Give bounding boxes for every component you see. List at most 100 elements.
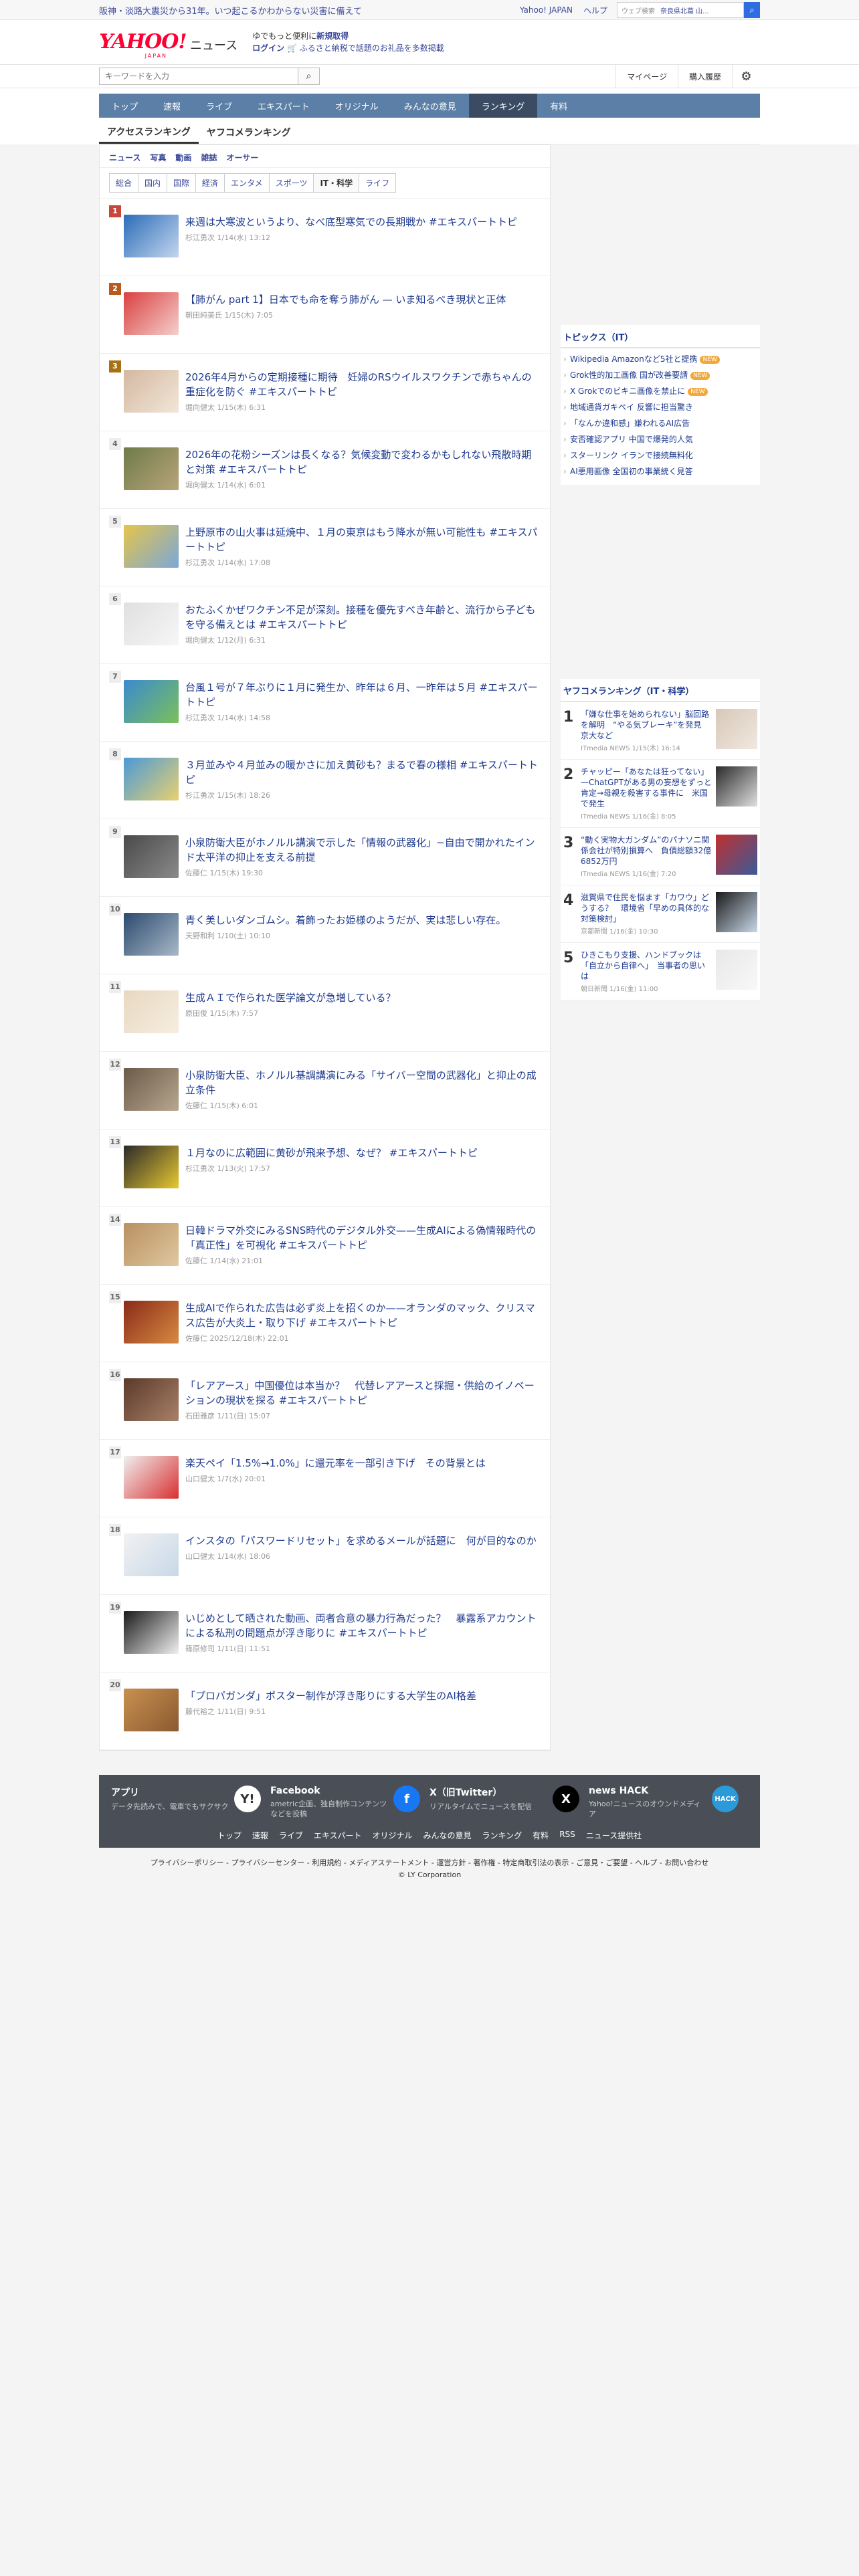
content-type-tab[interactable]: 動画 bbox=[175, 152, 191, 167]
article-author[interactable]: 石田雅彦 bbox=[185, 1412, 215, 1420]
footer-nav-link[interactable]: エキスパート bbox=[314, 1830, 362, 1841]
topic-link[interactable]: X Grokでのビキニ画像を禁止にNEW bbox=[563, 383, 757, 399]
article-title-link[interactable]: 日韓ドラマ外交にみるSNS時代のデジタル外交——生成AIによる偽情報時代の「真正… bbox=[185, 1223, 541, 1253]
article-title-link[interactable]: 楽天ペイ「1.5%→1.0%」に還元率を一部引き下げ その背景とは bbox=[185, 1456, 541, 1471]
footer-nav-link[interactable]: トップ bbox=[217, 1830, 242, 1841]
article-author[interactable]: 山口健太 bbox=[185, 1552, 215, 1561]
tab-comment-ranking[interactable]: ヤフコメランキング bbox=[199, 121, 299, 144]
disaster-notice-link[interactable]: 阪神・淡路大震災から31年。いつ起こるかわからない災害に備えて bbox=[99, 4, 509, 17]
genre-tab[interactable]: ライフ bbox=[359, 173, 397, 193]
keyword-search-input[interactable] bbox=[99, 68, 298, 85]
footer-nav-link[interactable]: ニュース提供社 bbox=[586, 1830, 642, 1841]
ranking-item[interactable]: 2 【肺がん part 1】日本でも命を奪う肺がん — いま知るべき現状と正体 朝田… bbox=[100, 276, 550, 354]
content-type-tab[interactable]: オーサー bbox=[226, 152, 258, 167]
article-thumbnail[interactable] bbox=[124, 1146, 179, 1188]
footer-nav-link[interactable]: オリジナル bbox=[373, 1830, 413, 1841]
article-author[interactable]: 佐藤仁 bbox=[185, 1334, 207, 1343]
footer-card[interactable]: アプリ データ先読みで、電車でもサクサク Y! bbox=[111, 1786, 270, 1819]
nav-item[interactable]: ライブ bbox=[193, 94, 245, 118]
genre-tab[interactable]: IT・科学 bbox=[313, 173, 359, 193]
ranking-item[interactable]: 10 青く美しいダンゴムシ。着飾ったお姫様のようだが、実は悲しい存在。 天野和利 1… bbox=[100, 897, 550, 974]
comment-rank-title-link[interactable]: 「嫌な仕事を始められない」脳回路を解明 “やる気ブレーキ”を発見 京大など bbox=[581, 709, 712, 741]
ranking-item[interactable]: 4 2026年の花粉シーズンは長くなる？気候変動で変わるかもしれない飛散時期と対策… bbox=[100, 431, 550, 509]
comment-rank-thumbnail[interactable] bbox=[716, 709, 757, 749]
article-title-link[interactable]: ３月並みや４月並みの暖かさに加え黄砂も？まるで春の様相 #エキスパートトピ bbox=[185, 758, 541, 787]
topic-link[interactable]: AI悪用画像 全国初の事業統く見答 bbox=[563, 463, 757, 479]
signup-link[interactable]: 新規取得 bbox=[316, 31, 349, 41]
footer-nav-link[interactable]: ライブ bbox=[279, 1830, 303, 1841]
comment-rank-title-link[interactable]: 滋賀県で住民を悩ます「カワウ」どうする？ 環境省「早めの具体的な対策検討」 bbox=[581, 892, 712, 924]
article-thumbnail[interactable] bbox=[124, 447, 179, 490]
comment-ranking-item[interactable]: 2 チャッピー「あなたは狂ってない」—ChatGPTがある男の妄想をずっと肯定→母… bbox=[561, 760, 760, 828]
ranking-item[interactable]: 15 生成AIで作られた広告は必ず炎上を招くのか——オランダのマック、クリスマス広… bbox=[100, 1285, 550, 1362]
article-author[interactable]: 堀向健太 bbox=[185, 403, 215, 412]
article-title-link[interactable]: 小泉防衛大臣、ホノルル基調講演にみる「サイバー空間の武器化」と抑止の成立条件 bbox=[185, 1068, 541, 1097]
article-author[interactable]: 堀向健太 bbox=[185, 636, 215, 645]
article-title-link[interactable]: 生成AIで作られた広告は必ず炎上を招くのか——オランダのマック、クリスマス広告が… bbox=[185, 1301, 541, 1330]
article-author[interactable]: 篠原修司 bbox=[185, 1644, 215, 1653]
article-thumbnail[interactable] bbox=[124, 1378, 179, 1421]
topic-link[interactable]: スターリンク イランで接続無料化 bbox=[563, 447, 757, 463]
article-title-link[interactable]: インスタの「パスワードリセット」を求めるメールが話題に 何が目的なのか bbox=[185, 1533, 541, 1548]
article-author[interactable]: 佐藤仁 bbox=[185, 1257, 207, 1265]
article-title-link[interactable]: 「レアアース」中国優位は本当か？ 代替レアアースと採掘・供給のイノベーションの現… bbox=[185, 1378, 541, 1408]
article-title-link[interactable]: 小泉防衛大臣がホノルル講演で示した「情報の武器化」−自由で開かれたインド太平洋の… bbox=[185, 835, 541, 865]
comment-rank-thumbnail[interactable] bbox=[716, 950, 757, 990]
ranking-item[interactable]: 13 １月なのに広範囲に黄砂が飛来予想、なぜ？ #エキスパートトピ 杉江勇次 1/1… bbox=[100, 1130, 550, 1207]
content-type-tab[interactable]: ニュース bbox=[109, 152, 140, 167]
comment-ranking-item[interactable]: 1 「嫌な仕事を始められない」脳回路を解明 “やる気ブレーキ”を発見 京大など IT… bbox=[561, 702, 760, 760]
article-author[interactable]: 杉江勇次 bbox=[185, 233, 215, 242]
article-title-link[interactable]: 「プロパガンダ」ポスター制作が浮き彫りにする大学生のAI格差 bbox=[185, 1689, 541, 1703]
article-author[interactable]: 杉江勇次 bbox=[185, 714, 215, 722]
ranking-item[interactable]: 9 小泉防衛大臣がホノルル講演で示した「情報の武器化」−自由で開かれたインド太平洋… bbox=[100, 819, 550, 897]
article-author[interactable]: 朝田純美氏 bbox=[185, 311, 222, 320]
footer-card[interactable]: X（旧Twitter） リアルタイムでニュースを配信 X bbox=[430, 1786, 589, 1819]
topic-link[interactable]: Grok性的加工画像 国が改善要請NEW bbox=[563, 367, 757, 383]
topic-link[interactable]: 「なんか違和感」嫌われるAI広告 bbox=[563, 415, 757, 431]
ranking-item[interactable]: 11 生成ＡＩで作られた医学論文が急増している？ 原田俊 1/15(木) 7:57 bbox=[100, 974, 550, 1052]
article-title-link[interactable]: 【肺がん part 1】日本でも命を奪う肺がん — いま知るべき現状と正体 bbox=[185, 292, 541, 307]
footer-nav-link[interactable]: 速報 bbox=[252, 1830, 268, 1841]
furusato-link[interactable]: ふるさと納税で話題のお礼品を多数掲載 bbox=[300, 43, 444, 53]
article-author[interactable]: 山口健太 bbox=[185, 1475, 215, 1483]
article-title-link[interactable]: 上野原市の山火事は延焼中、１月の東京はもう降水が無い可能性も #エキスパートトピ bbox=[185, 525, 541, 554]
article-title-link[interactable]: 2026年の花粉シーズンは長くなる？気候変動で変わるかもしれない飛散時期と対策 … bbox=[185, 447, 541, 477]
article-author[interactable]: 杉江勇次 bbox=[185, 1164, 215, 1173]
nav-item[interactable]: 有料 bbox=[537, 94, 580, 118]
article-thumbnail[interactable] bbox=[124, 1611, 179, 1654]
footer-card[interactable]: news HACK Yahoo!ニュースのオウンドメディア HACK bbox=[589, 1786, 748, 1819]
article-thumbnail[interactable] bbox=[124, 680, 179, 723]
article-author[interactable]: 藤代裕之 bbox=[185, 1707, 215, 1716]
login-link[interactable]: ログイン bbox=[252, 43, 284, 53]
article-title-link[interactable]: 2026年4月からの定期接種に期待 妊婦のRSウイルスワクチンで赤ちゃんの重症化… bbox=[185, 370, 541, 399]
topic-link[interactable]: Wikipedia Amazonなど5社と提携NEW bbox=[563, 351, 757, 367]
ranking-item[interactable]: 7 台風１号が７年ぶりに１月に発生か、昨年は６月、一昨年は５月 #エキスパートトピ… bbox=[100, 664, 550, 742]
genre-tab[interactable]: 国際 bbox=[167, 173, 196, 193]
comment-rank-title-link[interactable]: “動く実物大ガンダム”のパナソニ関係会社が特別損算へ 負債総額32億6852万円 bbox=[581, 835, 712, 867]
article-thumbnail[interactable] bbox=[124, 215, 179, 257]
comment-rank-thumbnail[interactable] bbox=[716, 892, 757, 932]
genre-tab[interactable]: 総合 bbox=[109, 173, 138, 193]
genre-tab[interactable]: スポーツ bbox=[268, 173, 314, 193]
article-thumbnail[interactable] bbox=[124, 990, 179, 1033]
article-author[interactable]: 天野和利 bbox=[185, 932, 215, 940]
ranking-item[interactable]: 6 おたふくかぜワクチン不足が深刻。接種を優先すべき年齢と、流行から子どもを守る備… bbox=[100, 586, 550, 664]
content-type-tab[interactable]: 雑誌 bbox=[201, 152, 217, 167]
web-search-button[interactable]: ⌕ bbox=[744, 2, 760, 18]
article-title-link[interactable]: 生成ＡＩで作られた医学論文が急増している？ bbox=[185, 990, 541, 1005]
comment-rank-thumbnail[interactable] bbox=[716, 835, 757, 875]
ranking-item[interactable]: 14 日韓ドラマ外交にみるSNS時代のデジタル外交——生成AIによる偽情報時代の「… bbox=[100, 1207, 550, 1285]
ranking-item[interactable]: 19 いじめとして晒された動画、両者合意の暴力行為だった？ 暴露系アカウントによる… bbox=[100, 1595, 550, 1673]
ranking-item[interactable]: 1 来週は大寒波というより、なべ底型寒気での長期戦か #エキスパートトピ 杉江勇次 … bbox=[100, 199, 550, 276]
article-title-link[interactable]: いじめとして晒された動画、両者合意の暴力行為だった？ 暴露系アカウントによる私刑… bbox=[185, 1611, 541, 1640]
article-thumbnail[interactable] bbox=[124, 1068, 179, 1111]
footer-nav-link[interactable]: みんなの意見 bbox=[423, 1830, 472, 1841]
footer-nav-link[interactable]: RSS bbox=[559, 1830, 575, 1841]
article-title-link[interactable]: 台風１号が７年ぶりに１月に発生か、昨年は６月、一昨年は５月 #エキスパートトピ bbox=[185, 680, 541, 710]
footer-card[interactable]: Facebook ametric企画、独自制作コンテンツなどを投稿 f bbox=[270, 1786, 430, 1819]
web-search-input[interactable]: ウェブ検索 奈良県北葛 山... bbox=[617, 2, 744, 18]
ranking-item[interactable]: 8 ３月並みや４月並みの暖かさに加え黄砂も？まるで春の様相 #エキスパートトピ 杉江… bbox=[100, 742, 550, 819]
settings-gear-icon[interactable]: ⚙ bbox=[732, 65, 760, 88]
purchase-history-link[interactable]: 購入履歴 bbox=[677, 65, 732, 88]
genre-tab[interactable]: エンタメ bbox=[224, 173, 269, 193]
